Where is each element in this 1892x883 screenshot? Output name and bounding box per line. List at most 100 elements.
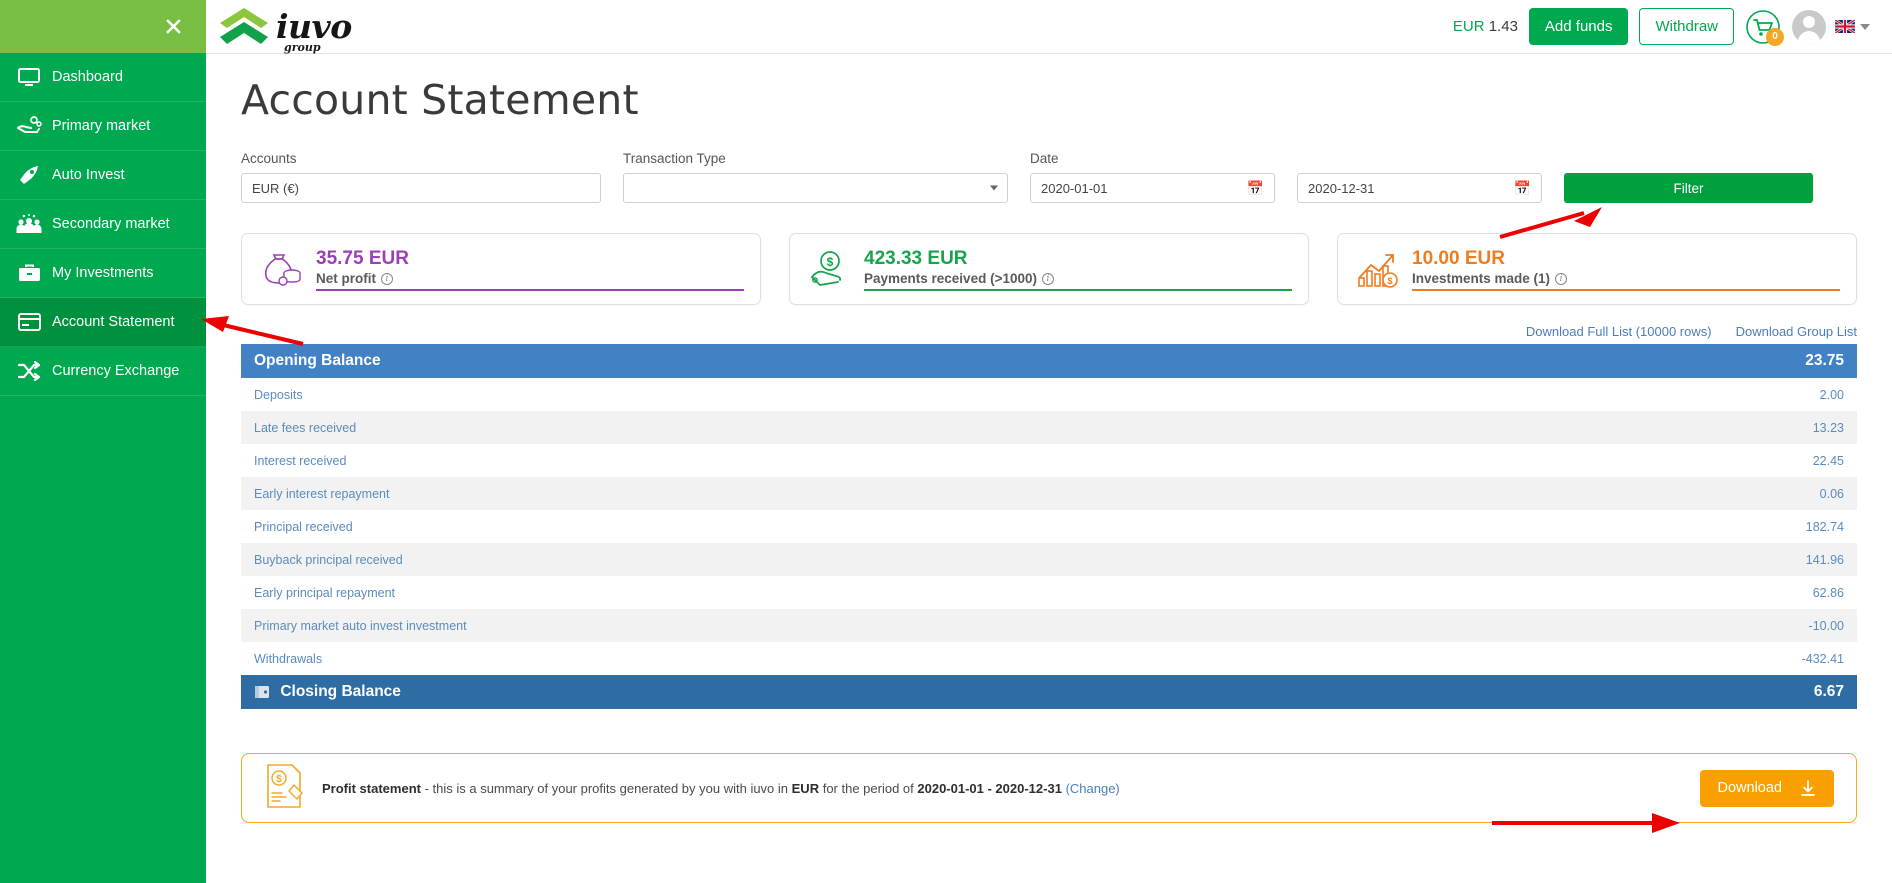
money-bag-icon bbox=[258, 249, 308, 289]
profit-text-1: - this is a summary of your profits gene… bbox=[420, 780, 792, 796]
sidebar-item-dashboard[interactable]: Dashboard bbox=[0, 53, 206, 102]
download-full-list-link[interactable]: Download Full List (10000 rows) bbox=[1526, 324, 1712, 339]
payments-received-amount: 423.33 EUR bbox=[864, 248, 968, 270]
accounts-filter-group: Accounts EUR (€) bbox=[241, 151, 601, 203]
close-icon[interactable]: ✕ bbox=[163, 14, 184, 39]
table-row[interactable]: Deposits 2.00 bbox=[241, 378, 1857, 411]
sidebar-item-label: Account Statement bbox=[52, 314, 175, 330]
change-period-link[interactable]: (Change) bbox=[1066, 781, 1120, 796]
rocket-icon bbox=[12, 164, 46, 186]
filter-spacer bbox=[1564, 151, 1813, 166]
table-row[interactable]: Early principal repayment 62.86 bbox=[241, 576, 1857, 609]
download-group-list-link[interactable]: Download Group List bbox=[1736, 324, 1857, 339]
growth-chart-icon: $ bbox=[1354, 249, 1404, 289]
sidebar-item-primary-market[interactable]: Primary market bbox=[0, 102, 206, 151]
net-profit-card: 35.75 EUR Net profit i bbox=[241, 233, 761, 305]
page-title: Account Statement bbox=[241, 76, 639, 124]
row-value: 182.74 bbox=[1805, 519, 1844, 534]
hand-dollar-icon: $ bbox=[806, 249, 856, 289]
sidebar-item-my-investments[interactable]: My Investments bbox=[0, 249, 206, 298]
svg-text:$: $ bbox=[276, 774, 282, 785]
main-content: Account Statement Accounts EUR (€) Trans… bbox=[206, 54, 1892, 883]
profit-currency: EUR bbox=[791, 780, 820, 796]
wallet-icon bbox=[255, 686, 269, 698]
payments-received-body: 423.33 EUR Payments received (>1000) i bbox=[864, 247, 1292, 291]
date-to-group: 2020-12-31 📅 bbox=[1297, 151, 1542, 203]
logo-wordmark: iuvo group bbox=[276, 10, 352, 53]
date-to-spacer bbox=[1297, 151, 1542, 166]
summary-cards: 35.75 EUR Net profit i $ 423.33 EUR Paym… bbox=[241, 233, 1857, 305]
transaction-type-select[interactable] bbox=[623, 173, 1008, 203]
monitor-icon bbox=[12, 67, 46, 87]
calendar-icon[interactable]: 📅 bbox=[1247, 181, 1264, 195]
profit-period: 2020-01-01 - 2020-12-31 bbox=[917, 780, 1062, 796]
table-row[interactable]: Early interest repayment 0.06 bbox=[241, 477, 1857, 510]
sidebar-item-secondary-market[interactable]: Secondary market bbox=[0, 200, 206, 249]
iuvo-chevron-logo bbox=[220, 7, 268, 44]
profit-text-2: for the period of bbox=[819, 780, 918, 796]
table-row[interactable]: Buyback principal received 141.96 bbox=[241, 543, 1857, 576]
accounts-select[interactable]: EUR (€) bbox=[241, 173, 601, 203]
statement-table: Opening Balance 23.75 Deposits 2.00 Late… bbox=[241, 344, 1857, 709]
filter-button[interactable]: Filter bbox=[1564, 173, 1813, 203]
avatar[interactable] bbox=[1792, 9, 1826, 44]
language-selector[interactable] bbox=[1835, 20, 1870, 33]
table-row[interactable]: Late fees received 13.23 bbox=[241, 411, 1857, 444]
sidebar-item-account-statement[interactable]: Account Statement bbox=[0, 298, 206, 347]
download-icon bbox=[1801, 779, 1815, 796]
svg-text:$: $ bbox=[827, 255, 834, 269]
chevron-down-icon bbox=[1860, 23, 1870, 30]
date-from-value: 2020-01-01 bbox=[1041, 180, 1108, 196]
row-label: Buyback principal received bbox=[254, 552, 403, 567]
filter-button-group: Filter bbox=[1564, 151, 1813, 203]
filter-bar: Accounts EUR (€) Transaction Type Date 2… bbox=[241, 151, 1857, 203]
table-row[interactable]: Primary market auto invest investment -1… bbox=[241, 609, 1857, 642]
row-label: Early principal repayment bbox=[254, 585, 396, 600]
payments-received-underline bbox=[864, 289, 1292, 291]
download-button[interactable]: Download bbox=[1699, 769, 1834, 807]
avatar-body bbox=[1798, 30, 1820, 44]
svg-text:$: $ bbox=[1387, 276, 1392, 286]
briefcase-icon bbox=[12, 264, 46, 283]
info-icon[interactable]: i bbox=[381, 272, 393, 285]
calendar-icon[interactable]: 📅 bbox=[1514, 181, 1531, 195]
chevron-down-icon bbox=[990, 185, 998, 191]
row-label: Deposits bbox=[254, 387, 303, 402]
sidebar-item-auto-invest[interactable]: Auto Invest bbox=[0, 151, 206, 200]
cart-button[interactable]: 0 bbox=[1745, 9, 1784, 46]
accounts-value: EUR (€) bbox=[252, 180, 299, 196]
withdraw-button[interactable]: Withdraw bbox=[1639, 8, 1734, 45]
add-funds-button[interactable]: Add funds bbox=[1528, 8, 1629, 45]
sidebar-header: ✕ bbox=[0, 0, 206, 53]
net-profit-label: Net profit bbox=[316, 271, 376, 287]
date-from-input[interactable]: 2020-01-01 📅 bbox=[1030, 173, 1275, 203]
payments-received-sub: Payments received (>1000) i bbox=[864, 271, 1292, 289]
table-row[interactable]: Withdrawals -432.41 bbox=[241, 642, 1857, 675]
sidebar-item-label: Secondary market bbox=[52, 216, 170, 232]
table-row[interactable]: Interest received 22.45 bbox=[241, 444, 1857, 477]
opening-balance-row: Opening Balance 23.75 bbox=[241, 344, 1857, 378]
brand-logo[interactable]: iuvo group bbox=[218, 6, 352, 53]
header-actions: EUR 1.43 Add funds Withdraw 0 bbox=[1452, 8, 1892, 46]
download-links: Download Full List (10000 rows) Download… bbox=[241, 324, 1857, 339]
table-row[interactable]: Principal received 182.74 bbox=[241, 510, 1857, 543]
row-value: 62.86 bbox=[1812, 585, 1844, 600]
info-icon[interactable]: i bbox=[1041, 272, 1054, 285]
payments-received-label: Payments received (>1000) bbox=[864, 271, 1037, 287]
row-value: 13.23 bbox=[1812, 420, 1844, 435]
sidebar-item-label: My Investments bbox=[52, 265, 154, 281]
logo-sub-text: group bbox=[284, 41, 321, 54]
sidebar-item-currency-exchange[interactable]: Currency Exchange bbox=[0, 347, 206, 396]
info-icon[interactable]: i bbox=[1555, 272, 1568, 285]
date-to-input[interactable]: 2020-12-31 📅 bbox=[1297, 173, 1542, 203]
row-value: -10.00 bbox=[1808, 618, 1844, 633]
date-to-value: 2020-12-31 bbox=[1308, 180, 1375, 196]
row-value: 0.06 bbox=[1819, 486, 1844, 501]
investments-made-sub: Investments made (1) i bbox=[1412, 271, 1840, 289]
row-label: Principal received bbox=[254, 519, 353, 534]
closing-balance-value: 6.67 bbox=[1813, 683, 1844, 700]
sidebar: ✕ Dashboard Primary market Auto Invest S… bbox=[0, 0, 206, 883]
closing-balance-label: Closing Balance bbox=[280, 683, 401, 700]
balance-currency: EUR bbox=[1452, 18, 1485, 35]
investments-made-underline bbox=[1412, 289, 1840, 291]
